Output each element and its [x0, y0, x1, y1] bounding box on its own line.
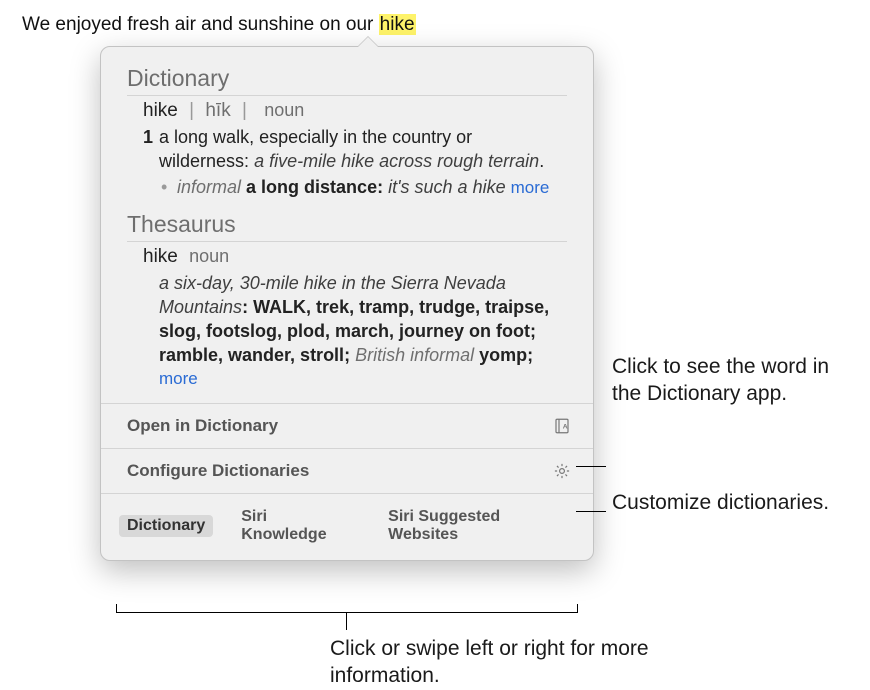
sentence-prefix: We enjoyed fresh air and sunshine on our	[22, 14, 379, 35]
tab-dictionary[interactable]: Dictionary	[119, 515, 213, 537]
source-sentence: We enjoyed fresh air and sunshine on our…	[22, 14, 416, 36]
svg-text:A: A	[563, 423, 568, 430]
callout-open-in-app: Click to see the word in the Dictionary …	[612, 354, 852, 408]
tab-siri-suggested-websites[interactable]: Siri Suggested Websites	[380, 506, 575, 546]
thesaurus-headword: hike	[143, 246, 178, 267]
leader-line	[576, 511, 606, 512]
dictionary-headword: hike	[143, 100, 178, 121]
leader-line	[346, 612, 347, 630]
lookup-popover: Dictionary hike | hīk | noun 1a long wal…	[100, 46, 594, 561]
dictionary-subdefinition: informal a long distance: it's such a hi…	[159, 176, 567, 200]
sub-def-example: it's such a hike	[388, 177, 506, 197]
dictionary-headword-line: hike | hīk | noun	[143, 100, 567, 122]
dictionary-pos: noun	[264, 100, 304, 120]
configure-dictionaries-row[interactable]: Configure Dictionaries	[101, 448, 593, 493]
leader-line	[576, 466, 606, 467]
dictionary-entry: hike | hīk | noun 1a long walk, especial…	[127, 100, 567, 199]
gear-icon	[553, 462, 571, 480]
leader-line	[116, 612, 578, 613]
definition-number: 1	[143, 127, 153, 147]
highlighted-word[interactable]: hike	[379, 14, 416, 35]
thesaurus-entry: hike noun a six-day, 30-mile hike in the…	[127, 246, 567, 391]
thesaurus-section-title: Thesaurus	[127, 211, 567, 242]
thesaurus-body: a six-day, 30-mile hike in the Sierra Ne…	[143, 272, 567, 391]
open-in-dictionary-label: Open in Dictionary	[127, 416, 278, 436]
sub-def-text: a long distance:	[246, 177, 383, 197]
regional-synonym: yomp;	[479, 345, 533, 365]
dictionary-section-title: Dictionary	[127, 65, 567, 96]
leader-line	[116, 604, 117, 613]
configure-dictionaries-label: Configure Dictionaries	[127, 461, 309, 481]
dictionary-more-link[interactable]: more	[511, 178, 550, 197]
callout-customize: Customize dictionaries.	[612, 490, 852, 517]
tab-siri-knowledge[interactable]: Siri Knowledge	[233, 506, 360, 546]
dictionary-app-icon: A	[553, 417, 571, 435]
thesaurus-pos: noun	[189, 246, 229, 266]
lookup-tab-bar: Dictionary Siri Knowledge Siri Suggested…	[101, 493, 593, 560]
callout-tabs: Click or swipe left or right for more in…	[330, 636, 730, 690]
dictionary-phonetic: hīk	[205, 100, 230, 121]
dictionary-example: a five-mile hike across rough terrain	[254, 151, 539, 171]
thesaurus-headword-line: hike noun	[143, 246, 567, 268]
usage-label: informal	[177, 177, 241, 197]
thesaurus-more-link[interactable]: more	[159, 369, 198, 388]
leader-line	[577, 604, 578, 613]
regional-label: British informal	[355, 345, 474, 365]
open-in-dictionary-row[interactable]: Open in Dictionary A	[101, 403, 593, 448]
dictionary-definition-body: 1a long walk, especially in the country …	[143, 126, 567, 199]
